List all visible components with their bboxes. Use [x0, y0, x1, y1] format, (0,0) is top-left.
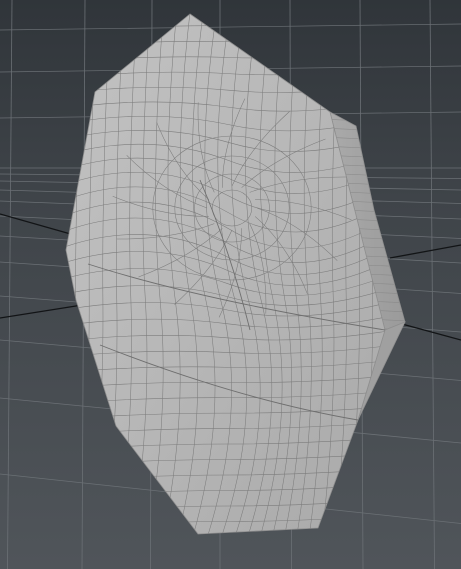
- viewport-canvas[interactable]: [0, 0, 461, 569]
- 3d-viewport[interactable]: [0, 0, 461, 569]
